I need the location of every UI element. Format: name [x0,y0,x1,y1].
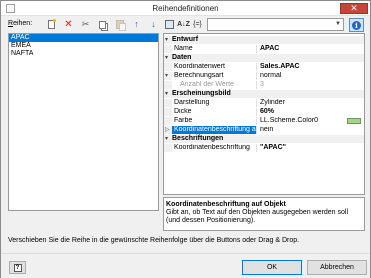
property-row-name[interactable]: Name APAC [164,45,364,53]
delete-series-button[interactable]: ✕ [60,18,77,31]
close-button[interactable]: ✕ [340,3,368,14]
info-button[interactable]: i [349,18,364,32]
category-daten[interactable]: ▾ Daten [164,54,364,62]
property-row-berechnungsart[interactable]: ▾ Berechnungsart normal [164,72,364,80]
description-text: Gibt an, ob Text auf den Objekten ausgeg… [166,209,348,224]
property-row-koordinatenbeschriftung[interactable]: Koordinatenbeschriftung "APAC" [164,144,364,152]
property-grid: ▾ Entwurf Name APAC ▾ Daten Koordinatenw… [163,33,365,195]
info-icon: i [352,20,361,30]
property-selector-combo[interactable]: ▼ [207,18,344,31]
category-beschriftungen[interactable]: ▾ Beschriftungen [164,135,364,143]
reorder-hint: Verschieben Sie die Reihe in die gewünsc… [8,237,300,244]
collapse-icon[interactable]: ▾ [165,54,172,62]
sort-az-icon: A↓Z [177,21,190,28]
description-title: Koordinatenbeschriftung auf Objekt [166,201,286,208]
sort-alphabetical-button[interactable]: A↓Z [177,18,190,31]
dialog-title: Reihendefinitionen [152,4,219,13]
delete-icon: ✕ [64,19,73,30]
copy-icon [99,20,106,29]
help-button[interactable]: ? [9,261,26,274]
collapse-icon[interactable]: ▾ [165,90,172,98]
formula-button[interactable]: {=} [191,18,204,31]
property-row-koordinatenwert[interactable]: Koordinatenwert Sales.APAC [164,63,364,71]
property-row-dicke[interactable]: Dicke 60% [164,108,364,116]
categorized-icon [165,20,174,29]
series-list-label: Reihen: [8,20,33,27]
ok-button[interactable]: OK [242,260,302,275]
series-definitions-dialog: Reihendefinitionen ✕ Reihen: ✕ ✂ ↑ ↓ APA… [0,0,371,278]
help-icon: ? [13,263,22,272]
series-list[interactable]: APAC EMEA NAFTA [8,33,159,211]
cut-button[interactable]: ✂ [77,18,94,31]
series-toolbar: ✕ ✂ ↑ ↓ [43,18,162,31]
property-toolbar: A↓Z {=} ▼ i [163,18,365,32]
property-description: Koordinatenbeschriftung auf Objekt Gibt … [163,197,365,231]
series-item-apac[interactable]: APAC [9,34,158,42]
move-down-icon: ↓ [151,19,156,29]
property-row-koordinatenbeschriftung-auf-objekt[interactable]: ▷ Koordinatenbeschriftung auf O... nein [164,126,364,134]
copy-button[interactable] [94,18,111,31]
move-up-button[interactable]: ↑ [128,18,145,31]
categorized-view-button[interactable] [163,18,176,31]
property-row-farbe[interactable]: Farbe LL.Scheme.Color0 [164,117,364,125]
paste-button[interactable] [111,18,128,31]
cut-icon: ✂ [81,19,90,29]
collapse-icon[interactable]: ▾ [165,36,172,44]
collapse-icon[interactable]: ▾ [165,135,172,143]
property-row-darstellung[interactable]: Darstellung Zylinder [164,99,364,107]
category-erscheinungsbild[interactable]: ▾ Erscheinungsbild [164,90,364,98]
button-bar: ? OK Abbrechen [1,253,370,278]
property-row-anzahl-werte: Anzahl der Werte 3 [164,81,364,89]
move-down-button[interactable]: ↓ [145,18,162,31]
category-entwurf[interactable]: ▾ Entwurf [164,36,364,44]
paste-icon [115,20,126,31]
series-item-emea[interactable]: EMEA [9,42,158,50]
chevron-down-icon: ▼ [335,21,341,27]
new-series-icon [48,19,56,29]
expand-icon[interactable]: ▾ [165,73,168,79]
title-bar: Reihendefinitionen ✕ [1,1,370,16]
series-item-nafta[interactable]: NAFTA [9,50,158,58]
new-series-button[interactable] [43,18,60,31]
row-pointer-icon: ▷ [165,127,170,133]
formula-icon: {=} [193,21,202,28]
move-up-icon: ↑ [134,19,139,29]
color-swatch[interactable] [347,118,361,124]
cancel-button[interactable]: Abbrechen [307,260,367,275]
